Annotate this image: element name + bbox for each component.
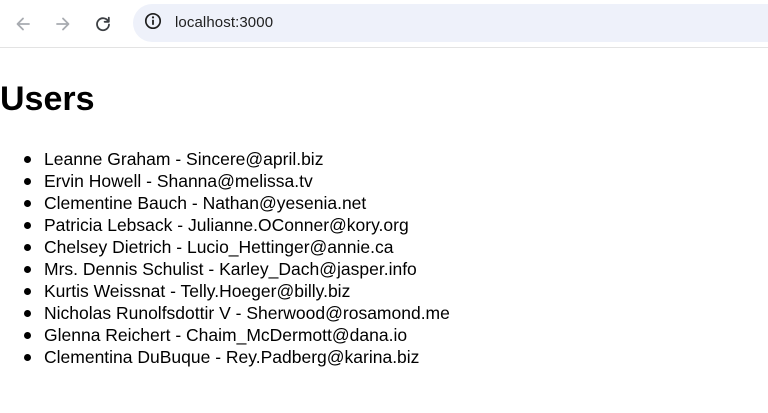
user-list-item: Patricia Lebsack - Julianne.OConner@kory… <box>24 214 764 236</box>
user-name: Clementine Bauch <box>44 193 187 213</box>
arrow-left-icon <box>14 15 32 33</box>
user-list-item: Mrs. Dennis Schulist - Karley_Dach@jaspe… <box>24 258 764 280</box>
site-info-button[interactable] <box>138 8 168 38</box>
forward-button[interactable] <box>47 8 79 40</box>
user-name: Mrs. Dennis Schulist <box>44 259 204 279</box>
user-email: Julianne.OConner@kory.org <box>187 215 409 235</box>
user-email: Lucio_Hettinger@annie.ca <box>186 237 394 257</box>
user-name: Glenna Reichert <box>44 325 171 345</box>
user-name: Kurtis Weissnat <box>44 281 166 301</box>
address-bar[interactable]: localhost:3000 <box>133 4 768 42</box>
user-list-item: Kurtis Weissnat - Telly.Hoeger@billy.biz <box>24 280 764 302</box>
user-list-item: Clementine Bauch - Nathan@yesenia.net <box>24 192 764 214</box>
user-name: Nicholas Runolfsdottir V <box>44 303 231 323</box>
user-name: Ervin Howell <box>44 171 142 191</box>
url-text[interactable]: localhost:3000 <box>175 14 273 32</box>
user-name: Leanne Graham <box>44 149 171 169</box>
user-email: Sherwood@rosamond.me <box>246 303 450 323</box>
user-list-item: Ervin Howell - Shanna@melissa.tv <box>24 170 764 192</box>
user-email: Chaim_McDermott@dana.io <box>186 325 408 345</box>
user-email: Telly.Hoeger@billy.biz <box>180 281 351 301</box>
reload-icon <box>94 15 112 33</box>
user-name: Chelsey Dietrich <box>44 237 172 257</box>
user-list-item: Nicholas Runolfsdottir V - Sherwood@rosa… <box>24 302 764 324</box>
user-list-item: Clementina DuBuque - Rey.Padberg@karina.… <box>24 346 764 368</box>
page-title: Users <box>0 80 95 118</box>
user-list-item: Chelsey Dietrich - Lucio_Hettinger@annie… <box>24 236 764 258</box>
arrow-right-icon <box>54 15 72 33</box>
user-list-item: Glenna Reichert - Chaim_McDermott@dana.i… <box>24 324 764 346</box>
user-email: Karley_Dach@jasper.info <box>219 259 417 279</box>
back-button[interactable] <box>7 8 39 40</box>
user-email: Rey.Padberg@karina.biz <box>225 347 420 367</box>
user-name: Clementina DuBuque <box>44 347 211 367</box>
site-info-icon <box>144 12 162 35</box>
user-list-item: Leanne Graham - Sincere@april.biz <box>24 148 764 170</box>
reload-button[interactable] <box>87 8 119 40</box>
user-name: Patricia Lebsack <box>44 215 173 235</box>
user-email: Nathan@yesenia.net <box>202 193 367 213</box>
browser-toolbar: localhost:3000 <box>0 0 768 48</box>
user-email: Shanna@melissa.tv <box>156 171 313 191</box>
user-list: Leanne Graham - Sincere@april.biz Ervin H… <box>0 148 764 368</box>
user-email: Sincere@april.biz <box>186 149 324 169</box>
